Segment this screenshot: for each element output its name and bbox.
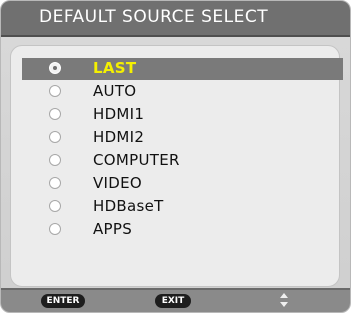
radio-icon[interactable]: [49, 108, 61, 120]
osd-menu-window: DEFAULT SOURCE SELECT LAST AUTO HDMI1 HD…: [0, 0, 351, 313]
source-option-label: COMPUTER: [93, 151, 180, 169]
source-option-label: HDBaseT: [93, 197, 164, 215]
source-option-computer[interactable]: COMPUTER: [22, 150, 343, 172]
source-option-label: AUTO: [93, 82, 137, 100]
source-option-hdbaset[interactable]: HDBaseT: [22, 196, 343, 218]
up-down-arrows-icon: [280, 293, 288, 307]
source-option-hdmi2[interactable]: HDMI2: [22, 127, 343, 149]
source-option-last[interactable]: LAST: [22, 58, 343, 80]
radio-selected-icon[interactable]: [49, 62, 61, 74]
source-option-label: HDMI2: [93, 128, 145, 146]
source-option-auto[interactable]: AUTO: [22, 81, 343, 103]
radio-icon[interactable]: [49, 177, 61, 189]
menu-title: DEFAULT SOURCE SELECT: [39, 7, 269, 27]
enter-key-hint[interactable]: ENTER: [41, 294, 85, 308]
source-option-label: APPS: [93, 220, 133, 238]
radio-icon[interactable]: [49, 223, 61, 235]
source-option-label: VIDEO: [93, 174, 143, 192]
key-guide-footer: ENTER EXIT: [1, 288, 350, 312]
radio-icon[interactable]: [49, 200, 61, 212]
source-option-label: HDMI1: [93, 105, 145, 123]
radio-icon[interactable]: [49, 85, 61, 97]
source-option-apps[interactable]: APPS: [22, 219, 343, 241]
source-list-panel: LAST AUTO HDMI1 HDMI2 COMPUTER VIDEO HDB…: [10, 45, 343, 287]
exit-key-hint[interactable]: EXIT: [155, 294, 191, 308]
radio-icon[interactable]: [49, 131, 61, 143]
source-option-video[interactable]: VIDEO: [22, 173, 343, 195]
title-bar: DEFAULT SOURCE SELECT: [1, 1, 350, 37]
radio-icon[interactable]: [49, 154, 61, 166]
source-option-hdmi1[interactable]: HDMI1: [22, 104, 343, 126]
source-option-label: LAST: [93, 59, 137, 77]
